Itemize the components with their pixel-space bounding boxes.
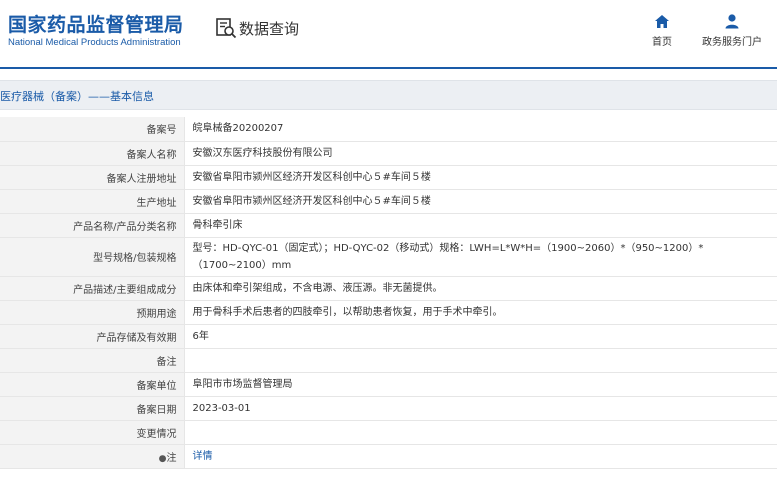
row-value: 安徽汉东医疗科技股份有限公司	[184, 141, 777, 166]
row-key: 备案日期	[0, 396, 185, 421]
row-key: 备案号	[0, 117, 185, 142]
site-logo-subtitle: National Medical Products Administration	[8, 37, 181, 48]
row-key: 备注	[0, 348, 185, 373]
row-value: 骨科牵引床	[184, 213, 777, 238]
row-value: 2023-03-01	[184, 396, 777, 421]
pin-icon: ●	[158, 453, 167, 464]
table-row: ●注 详情	[0, 444, 777, 469]
table-row: 备案单位 阜阳市市场监督管理局	[0, 372, 777, 397]
nav-home-label: 首页	[652, 37, 672, 48]
row-key: 预期用途	[0, 300, 185, 325]
table-row: 生产地址 安徽省阜阳市颍州区经济开发区科创中心５#车间５楼	[0, 189, 777, 214]
table-row: 产品名称/产品分类名称 骨科牵引床	[0, 213, 777, 238]
row-key: 备案单位	[0, 372, 185, 397]
table-row: 备案日期 2023-03-01	[0, 396, 777, 421]
row-key: 产品名称/产品分类名称	[0, 213, 185, 238]
note-key: ●注	[0, 444, 185, 469]
header-divider	[0, 67, 777, 69]
note-key-label: 注	[166, 452, 177, 464]
row-value: 型号：HD-QYC-01（固定式）；HD-QYC-02（移动式）规格：LWH=L…	[184, 237, 777, 277]
data-query-heading: 数据查询	[215, 17, 299, 39]
table-row: 预期用途 用于骨科手术后患者的四肢牵引，以帮助患者恢复，用于手术中牵引。	[0, 300, 777, 325]
details-link[interactable]: 详情	[193, 451, 213, 462]
table-row: 产品存储及有效期 6年	[0, 324, 777, 349]
user-icon	[700, 12, 764, 30]
table-row: 备案人名称 安徽汉东医疗科技股份有限公司	[0, 141, 777, 166]
table-row: 产品描述/主要组成成分 由床体和牵引架组成，不含电源、液压源。非无菌提供。	[0, 276, 777, 301]
nav-home[interactable]: 首页	[645, 12, 679, 48]
site-logo-title[interactable]: 国家药品监督管理局	[8, 10, 184, 37]
document-search-icon	[215, 17, 237, 39]
row-key: 备案人注册地址	[0, 165, 185, 190]
table-row: 备案人注册地址 安徽省阜阳市颍州区经济开发区科创中心５#车间５楼	[0, 165, 777, 190]
table-row: 型号规格/包装规格 型号：HD-QYC-01（固定式）；HD-QYC-02（移动…	[0, 237, 777, 277]
row-value: 皖阜械备20200207	[184, 117, 777, 142]
section-header: 医疗器械（备案）——基本信息	[0, 80, 777, 110]
data-query-title: 数据查询	[239, 19, 300, 38]
row-value: 由床体和牵引架组成，不含电源、液压源。非无菌提供。	[184, 276, 777, 301]
row-value	[184, 348, 777, 373]
table-row: 备案号 皖阜械备20200207	[0, 117, 777, 142]
row-value	[184, 420, 777, 445]
row-value: 安徽省阜阳市颍州区经济开发区科创中心５#车间５楼	[184, 165, 777, 190]
site-header: 国家药品监督管理局 National Medical Products Admi…	[0, 0, 777, 68]
row-key: 变更情况	[0, 420, 185, 445]
row-key: 产品存储及有效期	[0, 324, 185, 349]
home-icon	[645, 12, 679, 30]
note-value: 详情	[184, 444, 777, 469]
row-value: 6年	[184, 324, 777, 349]
row-value: 用于骨科手术后患者的四肢牵引，以帮助患者恢复，用于手术中牵引。	[184, 300, 777, 325]
row-key: 生产地址	[0, 189, 185, 214]
row-key: 备案人名称	[0, 141, 185, 166]
row-value: 阜阳市市场监督管理局	[184, 372, 777, 397]
record-detail-table: 备案号 皖阜械备20200207 备案人名称 安徽汉东医疗科技股份有限公司 备案…	[0, 117, 777, 469]
table-row: 备注	[0, 348, 777, 373]
nav-service-portal[interactable]: 政务服务门户	[700, 12, 764, 48]
row-key: 型号规格/包装规格	[0, 237, 185, 277]
row-key: 产品描述/主要组成成分	[0, 276, 185, 301]
row-value: 安徽省阜阳市颍州区经济开发区科创中心５#车间５楼	[184, 189, 777, 214]
table-row: 变更情况	[0, 420, 777, 445]
section-title: 医疗器械（备案）——基本信息	[0, 90, 154, 103]
nav-service-portal-label: 政务服务门户	[702, 37, 762, 48]
